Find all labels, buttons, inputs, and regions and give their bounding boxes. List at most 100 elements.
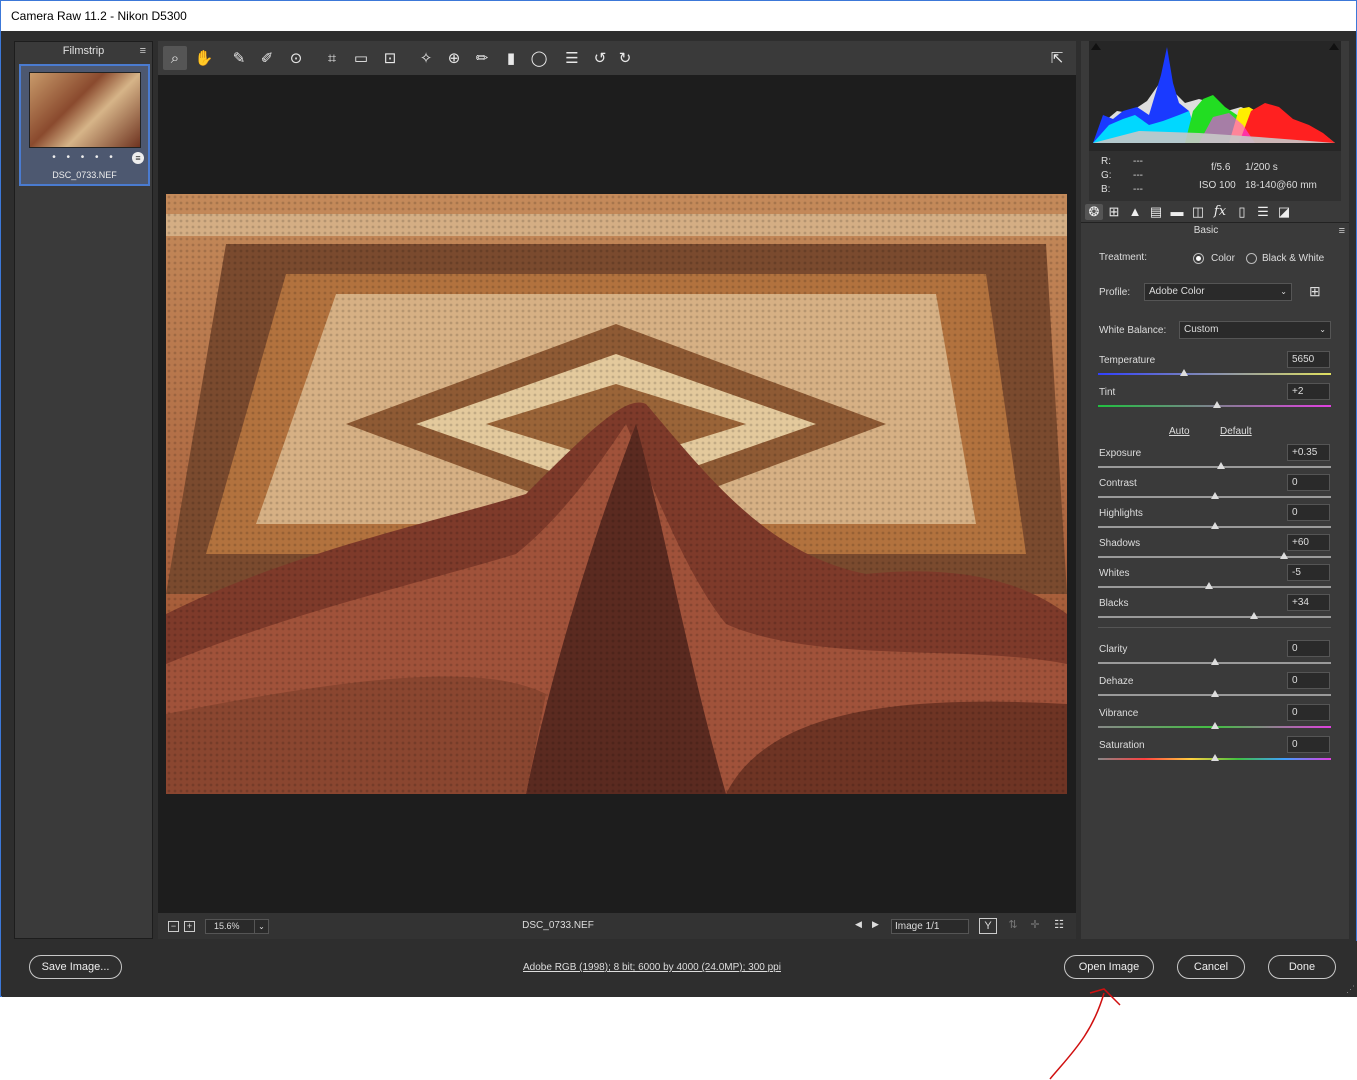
presets-tab-icon[interactable]: ☰	[1254, 204, 1272, 220]
auto-link[interactable]: Auto	[1169, 426, 1190, 437]
slider-label: Highlights	[1099, 508, 1143, 519]
slider-value-input[interactable]: 5650	[1287, 351, 1330, 368]
lens-corrections-tab-icon[interactable]: ◫	[1189, 204, 1207, 220]
image-count: Image 1/1	[891, 919, 969, 934]
prev-image-icon[interactable]: ◀	[855, 919, 862, 929]
b-value: ---	[1133, 184, 1143, 195]
swap-settings-icon[interactable]: ⇅	[1004, 918, 1022, 934]
slider-value-input[interactable]: -5	[1287, 564, 1330, 581]
color-radio-label[interactable]: Color	[1211, 253, 1235, 264]
graduated-filter-icon[interactable]: ▮	[499, 46, 523, 70]
spot-removal-icon[interactable]: ✧	[414, 46, 438, 70]
done-button[interactable]: Done	[1268, 955, 1336, 979]
open-image-button[interactable]: Open Image	[1064, 955, 1154, 979]
fullscreen-icon[interactable]: ⇱	[1045, 46, 1069, 70]
photo-preview[interactable]	[166, 194, 1067, 794]
copy-settings-icon[interactable]: ✛	[1026, 918, 1044, 934]
shadow-clip-icon[interactable]	[1091, 43, 1101, 50]
hsl-tab-icon[interactable]: ▤	[1147, 204, 1165, 220]
slider-value-input[interactable]: +60	[1287, 534, 1330, 551]
exif-info: R: G: B: --- --- --- f/5.6 ISO 100 1/200…	[1089, 151, 1341, 201]
status-filename: DSC_0733.NEF	[522, 920, 594, 931]
before-after-icon[interactable]: Y	[979, 918, 997, 934]
edited-badge-icon: ≡	[132, 152, 144, 164]
panel-menu-icon[interactable]: ≡	[1339, 225, 1345, 237]
b-label: B:	[1101, 184, 1111, 195]
slider-track[interactable]	[1098, 616, 1331, 618]
hand-icon[interactable]: ✋	[192, 46, 216, 70]
slider-thumb[interactable]	[1210, 522, 1219, 529]
slider-value-input[interactable]: 0	[1287, 704, 1330, 721]
white-balance-select[interactable]: Custom ⌄	[1179, 321, 1331, 339]
slider-track[interactable]	[1098, 466, 1331, 468]
black-white-radio[interactable]	[1246, 253, 1257, 264]
snapshots-tab-icon[interactable]: ◪	[1275, 204, 1293, 220]
slider-thumb[interactable]	[1250, 612, 1259, 619]
profile-select[interactable]: Adobe Color ⌄	[1144, 283, 1292, 301]
radial-filter-icon[interactable]: ◯	[527, 46, 551, 70]
crop-icon[interactable]: ⌗	[320, 46, 344, 70]
slider-thumb[interactable]	[1210, 658, 1219, 665]
slider-thumb[interactable]	[1210, 492, 1219, 499]
tool-bar: ⌕ ✋ ✎ ✐ ⊙ ⌗ ▭ ⊡ ✧ ⊕ ✏ ▮ ◯ ☰ ↺ ↻ ⇱	[158, 41, 1076, 75]
resize-grip-icon[interactable]: ⋰	[1346, 984, 1355, 995]
slider-value-input[interactable]: +2	[1287, 383, 1330, 400]
effects-tab-icon[interactable]: fx	[1211, 204, 1229, 220]
slider-value-input[interactable]: +34	[1287, 594, 1330, 611]
slider-thumb[interactable]	[1210, 690, 1219, 697]
slider-value-input[interactable]: 0	[1287, 640, 1330, 657]
slider-thumb[interactable]	[1280, 552, 1289, 559]
g-label: G:	[1101, 170, 1112, 181]
default-link[interactable]: Default	[1220, 426, 1252, 437]
rotate-ccw-icon[interactable]: ↺	[588, 46, 612, 70]
next-image-icon[interactable]: ▶	[872, 919, 879, 929]
cancel-button[interactable]: Cancel	[1177, 955, 1245, 979]
slider-thumb[interactable]	[1212, 401, 1221, 408]
white-balance-icon[interactable]: ✎	[227, 46, 251, 70]
slider-value-input[interactable]: 0	[1287, 672, 1330, 689]
slider-label: Blacks	[1099, 598, 1129, 609]
toggle-settings-icon[interactable]: ☷	[1050, 918, 1068, 934]
color-sampler-icon[interactable]: ✐	[255, 46, 279, 70]
detail-tab-icon[interactable]: ▲	[1126, 204, 1144, 220]
profile-value: Adobe Color	[1149, 286, 1205, 297]
split-toning-tab-icon[interactable]: ▬	[1168, 204, 1186, 220]
slider-value-input[interactable]: +0.35	[1287, 444, 1330, 461]
basic-tab-icon[interactable]: ❂	[1085, 204, 1103, 220]
slider-label: Whites	[1099, 568, 1130, 579]
r-label: R:	[1101, 156, 1111, 167]
adjustment-brush-icon[interactable]: ✏	[470, 46, 494, 70]
slider-thumb[interactable]	[1210, 754, 1219, 761]
target-adjust-icon[interactable]: ⊙	[284, 46, 308, 70]
preferences-icon[interactable]: ☰	[560, 46, 584, 70]
profile-browser-icon[interactable]: ⊞	[1309, 283, 1321, 299]
filmstrip-thumbnail[interactable]: • • • • • ≡ DSC_0733.NEF	[19, 64, 150, 186]
slider-track[interactable]	[1098, 373, 1331, 375]
thumbnail-rating[interactable]: • • • • •	[21, 152, 148, 163]
slider-track[interactable]	[1098, 586, 1331, 588]
slider-label: Dehaze	[1099, 676, 1134, 687]
highlight-clip-icon[interactable]	[1329, 43, 1339, 50]
white-balance-value: Custom	[1184, 324, 1219, 335]
rug-photo	[166, 194, 1067, 794]
rotate-cw-icon[interactable]: ↻	[613, 46, 637, 70]
filmstrip-header: Filmstrip ≡	[15, 42, 152, 60]
camera-calibration-tab-icon[interactable]: ▯	[1233, 204, 1251, 220]
slider-thumb[interactable]	[1204, 582, 1213, 589]
slider-thumb[interactable]	[1210, 722, 1219, 729]
straighten-icon[interactable]: ▭	[349, 46, 373, 70]
slider-value-input[interactable]: 0	[1287, 504, 1330, 521]
black-white-radio-label[interactable]: Black & White	[1262, 253, 1324, 264]
color-radio[interactable]	[1193, 253, 1204, 264]
transform-icon[interactable]: ⊡	[378, 46, 402, 70]
slider-track[interactable]	[1098, 556, 1331, 558]
filmstrip-menu-icon[interactable]: ≡	[140, 42, 146, 60]
red-eye-icon[interactable]: ⊕	[442, 46, 466, 70]
panel-tabs: ❂ ⊞ ▲ ▤ ▬ ◫ fx ▯ ☰ ◪	[1081, 201, 1349, 223]
tone-curve-tab-icon[interactable]: ⊞	[1105, 204, 1123, 220]
slider-value-input[interactable]: 0	[1287, 736, 1330, 753]
slider-value-input[interactable]: 0	[1287, 474, 1330, 491]
slider-thumb[interactable]	[1180, 369, 1189, 376]
slider-thumb[interactable]	[1217, 462, 1226, 469]
zoom-icon[interactable]: ⌕	[163, 46, 187, 70]
